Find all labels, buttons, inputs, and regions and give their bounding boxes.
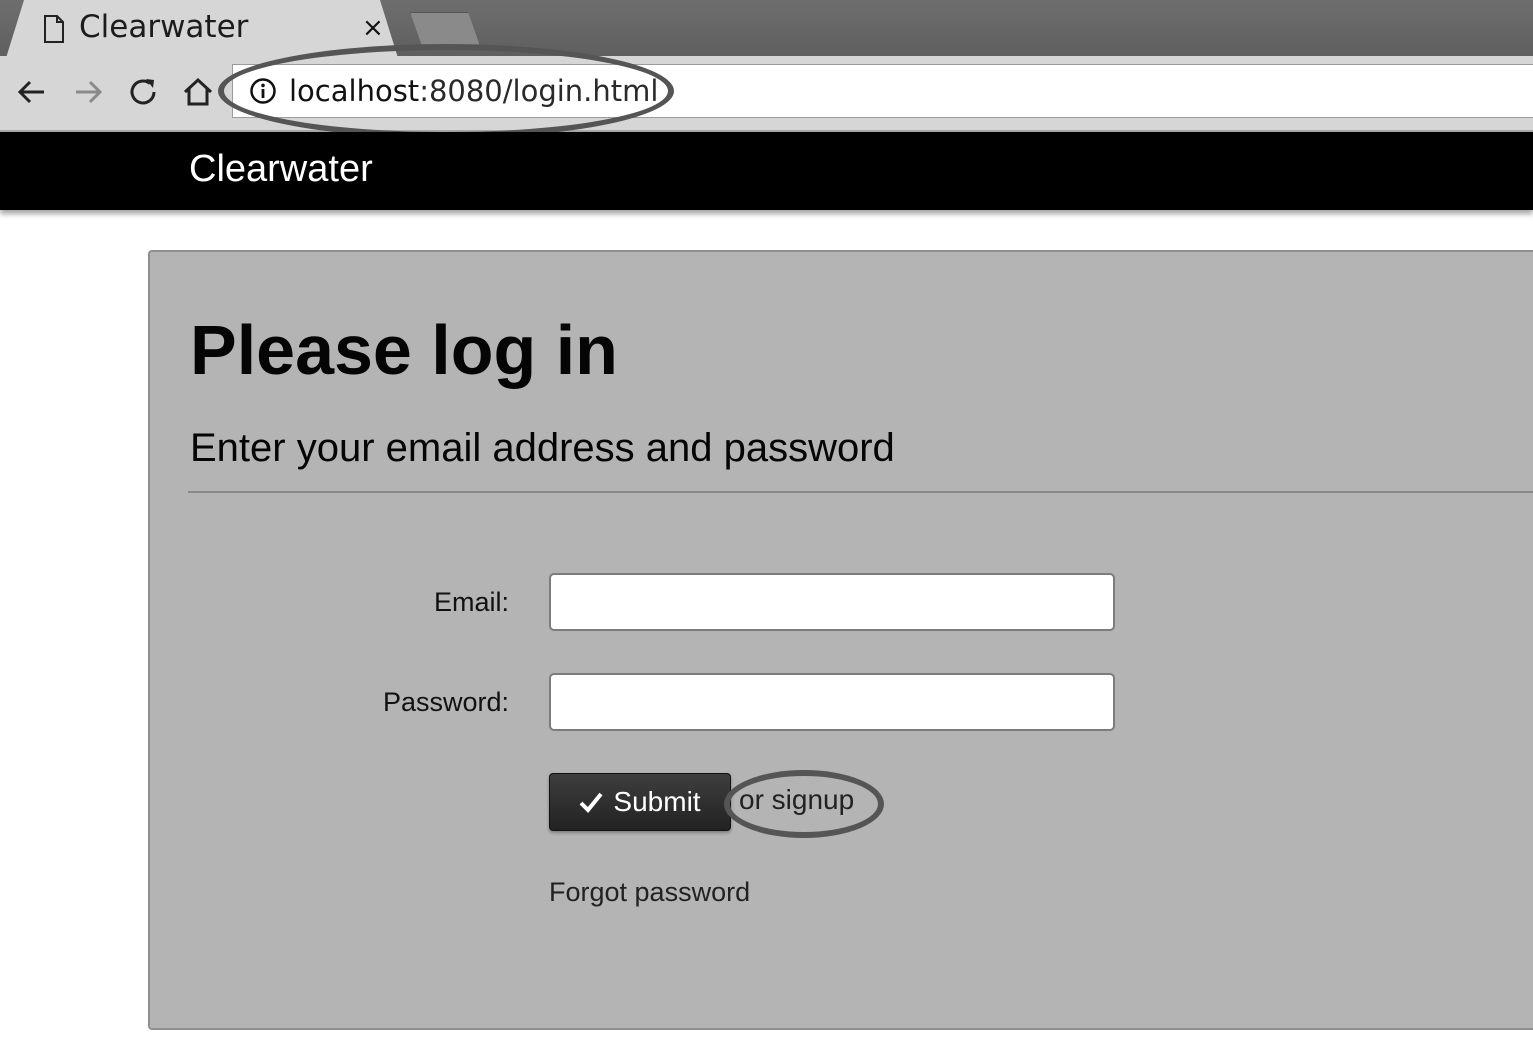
signup-link[interactable]: or signup <box>739 784 854 816</box>
browser-tabstrip: Clearwater × <box>0 0 1533 58</box>
submit-button[interactable]: Submit <box>549 773 731 831</box>
url-path: :8080/login.html <box>419 74 659 108</box>
submit-label: Submit <box>613 786 701 817</box>
reload-icon[interactable] <box>126 74 162 110</box>
divider <box>188 491 1533 493</box>
page-subtitle: Enter your email address and password <box>190 426 895 470</box>
back-arrow-icon[interactable] <box>14 74 50 110</box>
browser-toolbar: localhost:8080/login.html <box>0 56 1533 132</box>
address-bar[interactable]: localhost:8080/login.html <box>232 64 1533 118</box>
home-icon[interactable] <box>180 74 216 110</box>
site-brand[interactable]: Clearwater <box>189 148 373 191</box>
checkmark-icon <box>580 792 603 813</box>
password-field[interactable] <box>549 673 1115 731</box>
login-panel: Please log in Enter your email address a… <box>148 250 1533 1030</box>
url-host: localhost <box>289 74 420 108</box>
page-icon <box>44 15 64 43</box>
site-navbar: Clearwater <box>0 132 1533 210</box>
forward-arrow-icon[interactable] <box>70 74 106 110</box>
url-text: localhost:8080/login.html <box>289 74 658 108</box>
tab-close-icon[interactable]: × <box>362 13 384 43</box>
tab-title: Clearwater <box>79 9 249 45</box>
info-icon[interactable] <box>249 77 277 105</box>
email-field[interactable] <box>549 573 1115 631</box>
forgot-password-link[interactable]: Forgot password <box>549 877 750 908</box>
page-title: Please log in <box>190 311 618 389</box>
browser-tab[interactable]: Clearwater × <box>6 0 398 58</box>
new-tab-button[interactable] <box>410 12 480 46</box>
email-label: Email: <box>433 587 509 617</box>
password-label: Password: <box>382 687 509 717</box>
